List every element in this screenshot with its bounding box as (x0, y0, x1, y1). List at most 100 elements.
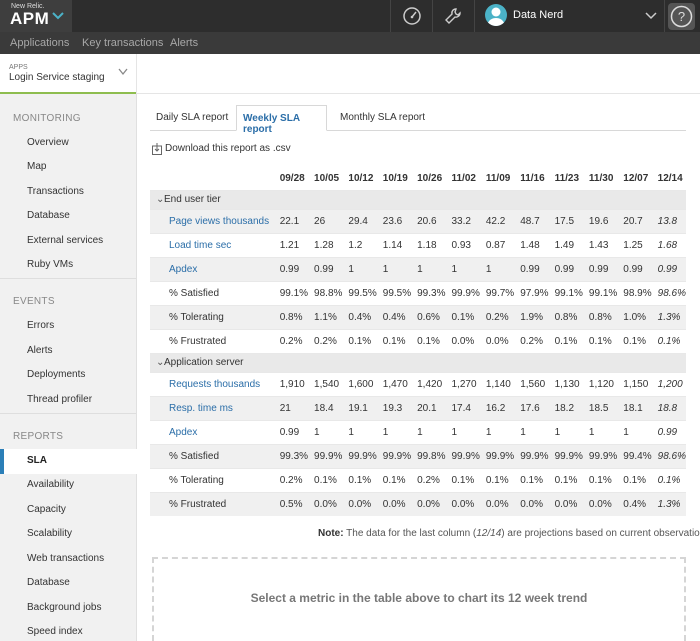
table-cell: 99.3% (411, 280, 446, 305)
table-row[interactable]: Load time sec 1.21 1.28 1.2 1.14 1.18 0.93 0.87… (150, 232, 686, 257)
table-cell: 99.9% (514, 443, 549, 468)
sidebar-item-sla[interactable]: SLA (0, 449, 137, 474)
table-row[interactable]: Requests thousands 1,910 1,540 1,600 1,470 1,… (150, 371, 686, 396)
help-button[interactable]: ? (668, 3, 695, 30)
table-cell: 0.8% (273, 304, 309, 329)
group-header[interactable]: ⌄End user tier (150, 189, 686, 209)
app-selector[interactable]: APPS Login Service staging (0, 54, 137, 94)
table-cell: 1 (445, 419, 480, 444)
table-cell: 1.68 (651, 232, 686, 257)
divider (390, 0, 391, 32)
table-cell: 48.7 (514, 208, 549, 233)
table-cell: 18.4 (308, 395, 343, 420)
wrench-icon[interactable] (443, 6, 463, 26)
metric-label: % Tolerating (150, 304, 274, 329)
sidebar-item-external-services[interactable]: External services (27, 235, 103, 246)
sidebar-item-map[interactable]: Map (27, 161, 46, 172)
table-cell: 0.0% (376, 491, 412, 516)
metric-link[interactable]: Load time sec (150, 232, 274, 257)
speedometer-icon[interactable] (402, 6, 422, 26)
nav-key-transactions[interactable]: Key transactions (82, 37, 163, 49)
metric-link[interactable]: Resp. time ms (150, 395, 274, 420)
sidebar-item-capacity[interactable]: Capacity (27, 504, 66, 515)
apm-brand-menu[interactable]: New Relic. APM (0, 0, 72, 32)
table-cell: 16.2 (479, 395, 515, 420)
table-row[interactable]: Page views thousands 22.1 26 29.4 23.6 20.6 33… (150, 208, 686, 233)
table-cell: 0.2% (273, 328, 309, 353)
sidebar-item-speed-index[interactable]: Speed index (27, 626, 83, 637)
tab-monthly-sla[interactable]: Monthly SLA report (340, 112, 425, 123)
metric-label: % Satisfied (150, 280, 274, 305)
table-cell: 1 (445, 256, 480, 281)
table-cell: 17.5 (548, 208, 583, 233)
user-name[interactable]: Data Nerd (513, 9, 563, 21)
sidebar-item-scalability[interactable]: Scalability (27, 528, 72, 539)
sidebar-item-background-jobs[interactable]: Background jobs (27, 602, 102, 613)
sidebar-item-overview[interactable]: Overview (27, 137, 69, 148)
table-row[interactable]: Apdex 0.99 0.99 1 1 1 1 1 0.99 0.99 0.99 0.99 0.99 (150, 256, 686, 281)
table-cell: 0.0% (445, 328, 480, 353)
table-cell: 1.9% (514, 304, 549, 329)
table-cell: 17.4 (445, 395, 480, 420)
sidebar-item-availability[interactable]: Availability (27, 479, 74, 490)
column-header: 11/30 (588, 173, 614, 185)
metric-link[interactable]: Requests thousands (150, 371, 274, 396)
metric-link[interactable]: Apdex (150, 419, 274, 444)
table-cell: 1.43 (582, 232, 618, 257)
section-monitoring: MONITORING (13, 113, 81, 124)
group-row[interactable]: ⌄Application server (150, 352, 686, 372)
table-cell: 0.99 (273, 256, 309, 281)
divider (0, 278, 136, 279)
column-header: 10/05 (314, 173, 340, 185)
table-row[interactable]: Apdex 0.99 1 1 1 1 1 1 1 1 1 1 0.99 (150, 419, 686, 444)
top-bar: New Relic. APM Data Nerd ? (0, 0, 700, 32)
table-cell: 99.1% (548, 280, 583, 305)
chart-prompt: Select a metric in the table above to ch… (250, 591, 588, 605)
table-cell: 1,910 (273, 371, 309, 396)
tab-weekly-sla[interactable]: Weekly SLA report (236, 105, 327, 135)
user-avatar[interactable] (485, 4, 507, 26)
table-cell: 20.6 (411, 208, 446, 233)
group-row[interactable]: ⌄End user tier (150, 189, 686, 209)
nav-alerts[interactable]: Alerts (170, 37, 198, 49)
table-cell: 0.1% (651, 328, 686, 353)
sidebar-item-transactions[interactable]: Transactions (27, 186, 84, 197)
table-cell: 1 (308, 419, 343, 444)
table-row: % Frustrated 0.2% 0.2% 0.1% 0.1% 0.1% 0.0% 0.0%… (150, 328, 686, 353)
group-name: End user tier (164, 194, 221, 205)
table-cell: 0.1% (342, 467, 377, 492)
table-cell: 0.99 (308, 256, 343, 281)
table-cell: 1.3% (651, 491, 686, 516)
table-cell: 1 (411, 256, 446, 281)
chevron-down-icon[interactable] (645, 11, 657, 21)
collapse-caret-icon[interactable]: ⌄ (156, 194, 164, 205)
tab-daily-sla[interactable]: Daily SLA report (156, 112, 228, 123)
table-cell: 1,130 (548, 371, 583, 396)
table-cell: 0.1% (376, 328, 412, 353)
table-row[interactable]: Resp. time ms 21 18.4 19.1 19.3 20.1 17.4 16.2 1… (150, 395, 686, 420)
brand-name: APM (10, 9, 50, 28)
sidebar-item-web-transactions[interactable]: Web transactions (27, 553, 104, 564)
divider (137, 93, 700, 94)
metric-label: % Frustrated (150, 491, 274, 516)
table-cell: 26 (308, 208, 343, 233)
sidebar-item-errors[interactable]: Errors (27, 320, 54, 331)
sidebar-item-ruby-vms[interactable]: Ruby VMs (27, 259, 73, 270)
metric-link[interactable]: Apdex (150, 256, 274, 281)
table-cell: 0.1% (548, 328, 583, 353)
sidebar-item-database-report[interactable]: Database (27, 577, 70, 588)
collapse-caret-icon[interactable]: ⌄ (156, 357, 164, 368)
sidebar-item-database[interactable]: Database (27, 210, 70, 221)
help-icon: ? (670, 5, 693, 28)
nav-applications[interactable]: Applications (10, 37, 69, 49)
column-header: 11/09 (485, 173, 511, 185)
group-header[interactable]: ⌄Application server (150, 352, 686, 372)
sidebar-item-alerts[interactable]: Alerts (27, 345, 53, 356)
sidebar-item-deployments[interactable]: Deployments (27, 369, 85, 380)
table-cell: 1.0% (617, 304, 652, 329)
sidebar-item-thread-profiler[interactable]: Thread profiler (27, 394, 92, 405)
table-cell: 0.1% (582, 328, 618, 353)
table-cell: 0.4% (617, 491, 652, 516)
metric-link[interactable]: Page views thousands (150, 208, 274, 233)
table-cell: 1 (514, 419, 549, 444)
